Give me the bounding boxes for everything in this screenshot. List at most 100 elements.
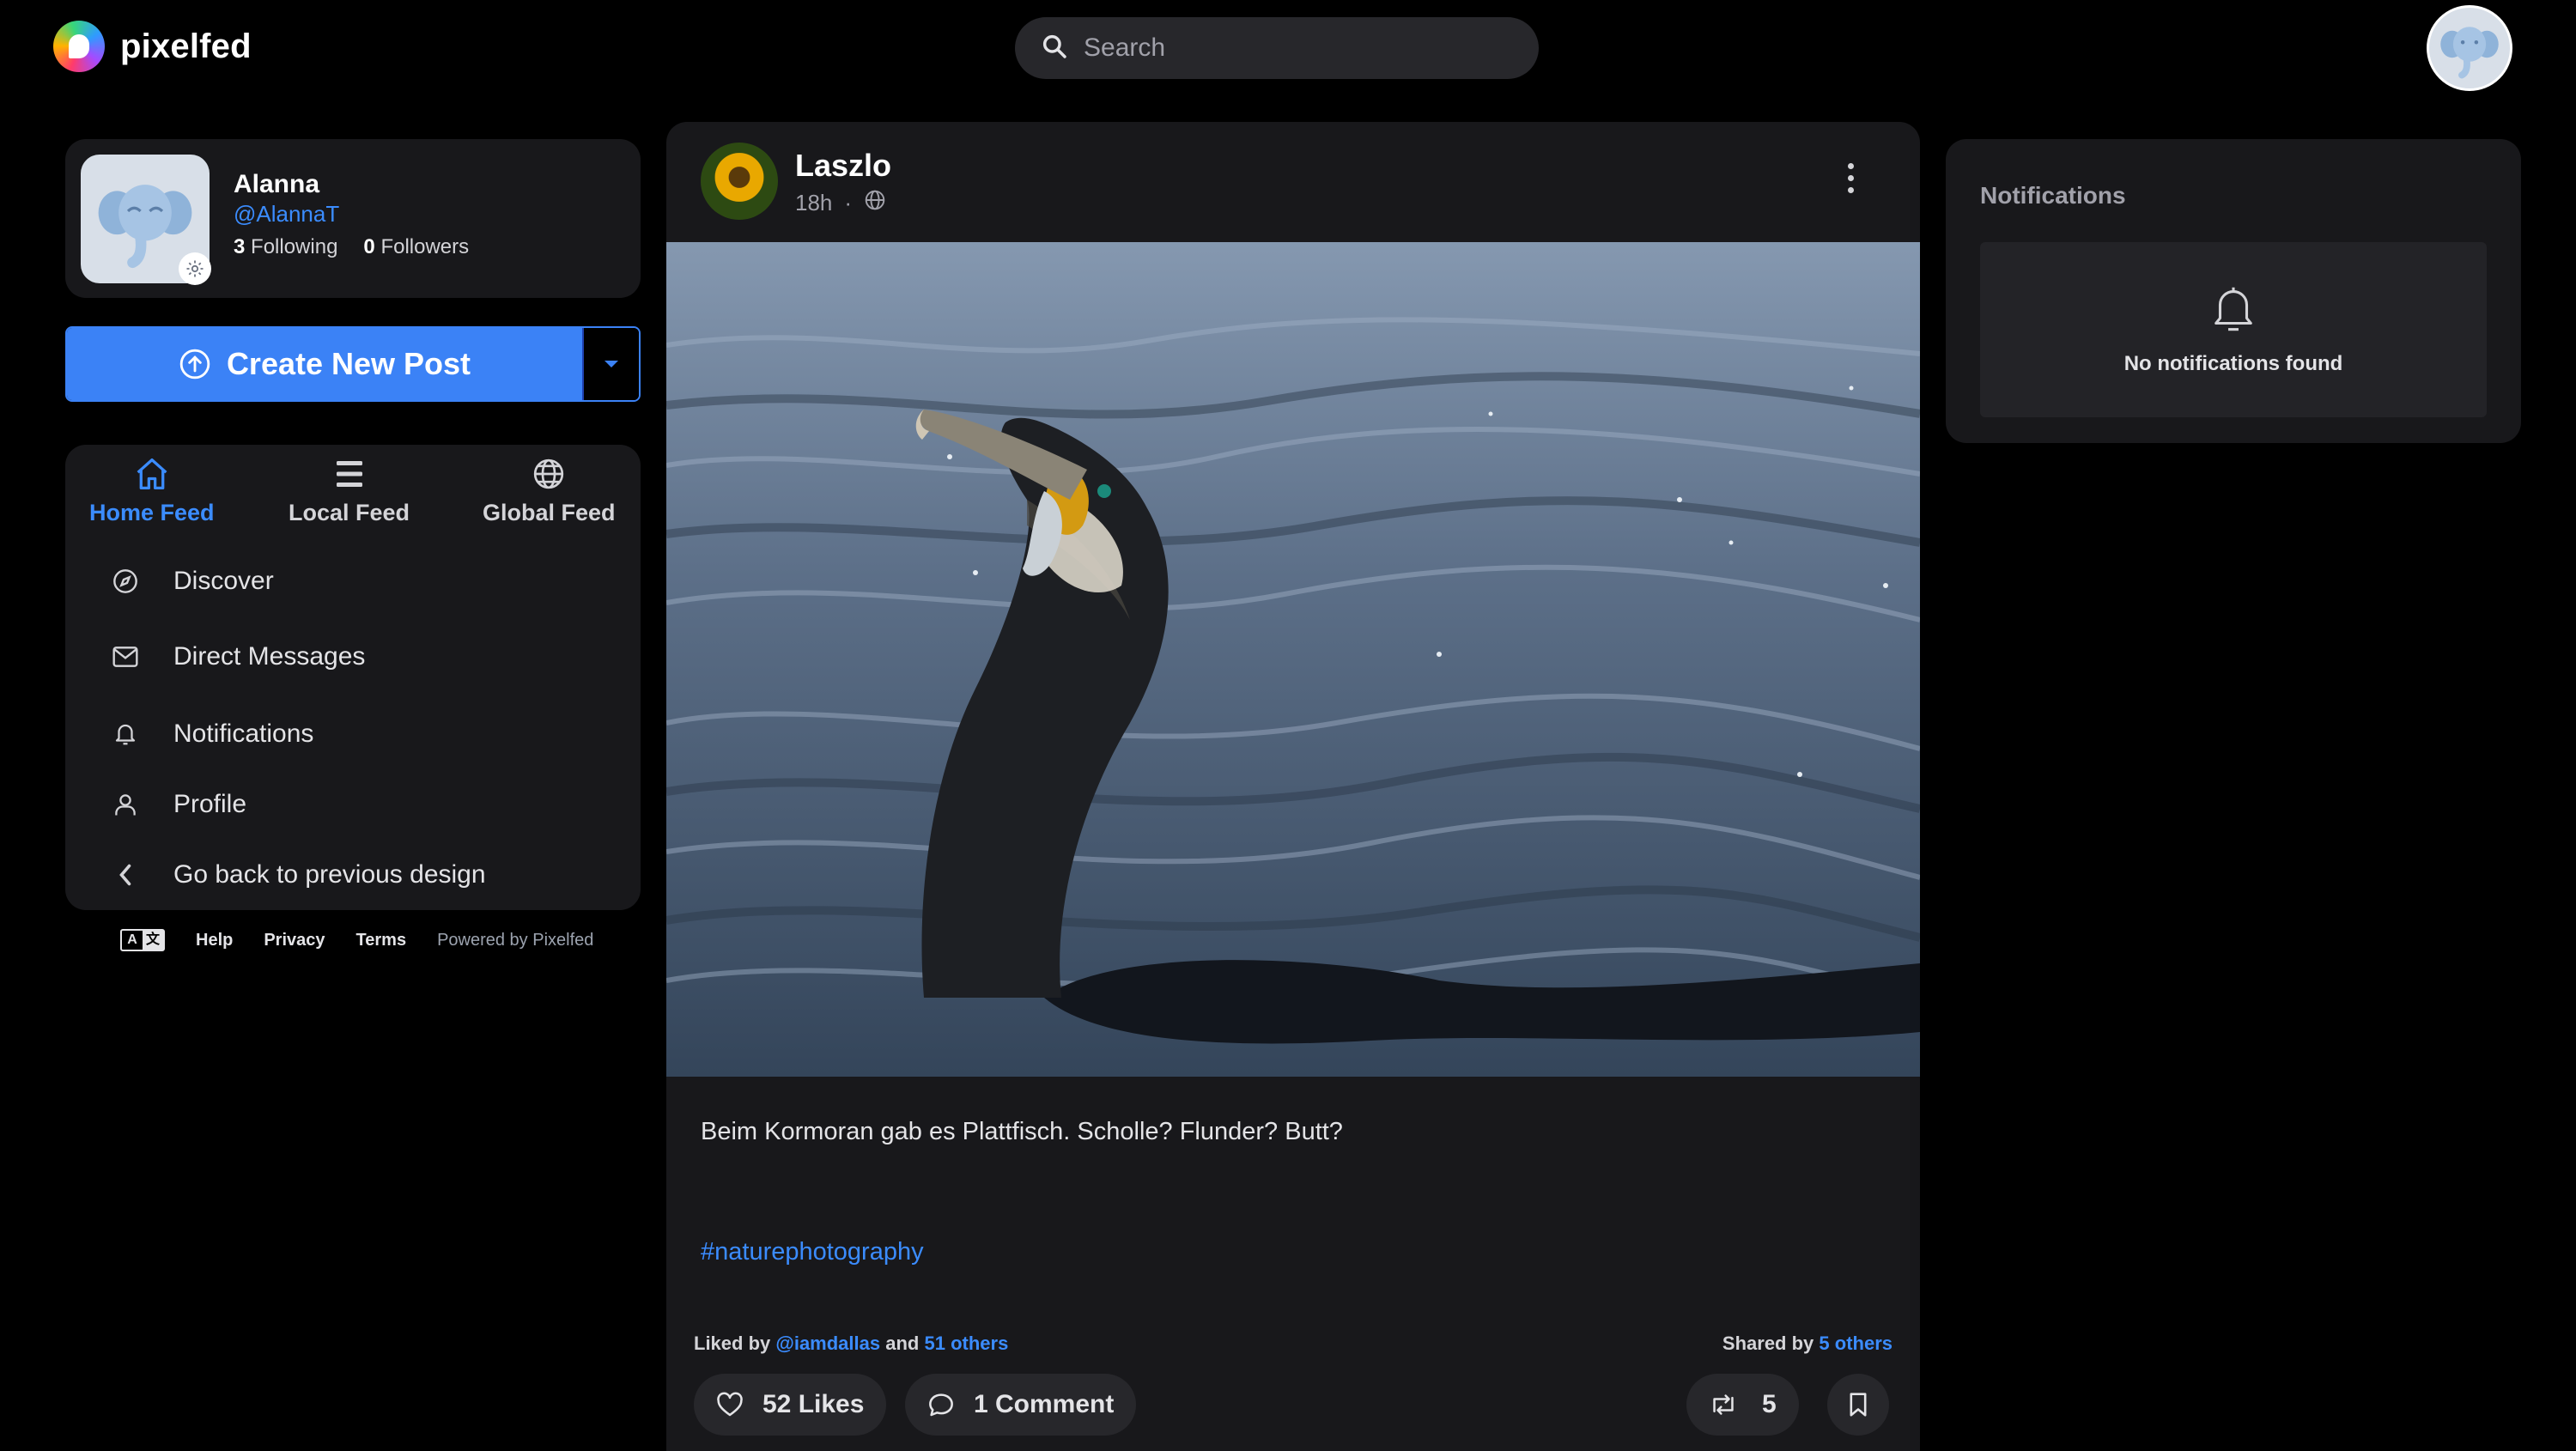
search-icon xyxy=(1041,33,1068,64)
liked-by-prefix: Liked by xyxy=(694,1333,771,1354)
post-hashtag-link[interactable]: #naturephotography xyxy=(701,1238,924,1266)
post-photo[interactable] xyxy=(666,242,1920,1077)
comment-icon xyxy=(929,1393,953,1417)
gear-icon xyxy=(186,260,204,277)
tab-home-feed-label: Home Feed xyxy=(89,500,215,525)
following-stat[interactable]: 3 Following xyxy=(234,235,337,259)
help-link[interactable]: Help xyxy=(196,931,233,950)
profile-name[interactable]: Alanna xyxy=(234,170,319,199)
create-post-group: Create New Post xyxy=(65,326,641,402)
footer-links: A 文 Help Privacy Terms Powered by Pixelf… xyxy=(120,929,593,951)
avatar[interactable] xyxy=(81,155,211,285)
shared-by-line: Shared by 5 others xyxy=(1722,1333,1893,1355)
followers-stat[interactable]: 0 Followers xyxy=(363,235,469,259)
create-new-post-button[interactable]: Create New Post xyxy=(67,328,582,400)
tab-global-feed[interactable]: Global Feed xyxy=(483,457,616,526)
create-new-post-label: Create New Post xyxy=(226,346,471,381)
share-button[interactable]: 5 xyxy=(1686,1374,1799,1436)
home-icon xyxy=(137,458,167,489)
navigation-card: Home Feed Local Feed Global Feed Discove… xyxy=(65,445,641,910)
caret-down-icon xyxy=(605,361,618,367)
following-count: 3 xyxy=(234,235,246,258)
shared-by-others-link[interactable]: 5 others xyxy=(1819,1333,1893,1354)
globe-icon xyxy=(864,189,886,217)
more-dots-icon xyxy=(1848,187,1854,193)
brand[interactable]: pixelfed xyxy=(53,21,252,72)
tab-local-feed[interactable]: Local Feed xyxy=(289,457,410,526)
followers-label: Followers xyxy=(380,235,470,258)
tab-local-feed-label: Local Feed xyxy=(289,500,410,525)
more-dots-icon xyxy=(1848,163,1854,169)
tab-home-feed[interactable]: Home Feed xyxy=(89,457,215,526)
notifications-empty-text: No notifications found xyxy=(2123,352,2343,375)
post-card: Laszlo 18h · Beim Kormoran gab es Plattf… xyxy=(666,122,1920,1451)
post-timestamp[interactable]: 18h xyxy=(795,190,832,216)
like-count-label: 52 Likes xyxy=(762,1390,865,1418)
post-caption: Beim Kormoran gab es Plattfisch. Scholle… xyxy=(701,1118,1343,1145)
language-b: 文 xyxy=(143,931,163,950)
upload-circle-icon xyxy=(179,349,210,379)
privacy-link[interactable]: Privacy xyxy=(264,931,325,950)
nav-item-profile[interactable]: Profile xyxy=(108,790,246,819)
search-input[interactable] xyxy=(1084,33,1496,63)
more-dots-icon xyxy=(1848,175,1854,181)
heart-icon xyxy=(717,1392,743,1417)
repost-icon xyxy=(1713,1394,1734,1415)
like-button[interactable]: 52 Likes xyxy=(694,1374,887,1436)
bell-icon xyxy=(2215,287,2252,331)
profile-card: Alanna @AlannaT 3 Following 0 Followers xyxy=(65,139,641,298)
notifications-card: Notifications No notifications found xyxy=(1946,139,2521,443)
post-author-name[interactable]: Laszlo xyxy=(795,148,891,184)
followers-count: 0 xyxy=(363,235,375,258)
powered-by-link[interactable]: Powered by Pixelfed xyxy=(437,931,593,950)
feed-tabs: Home Feed Local Feed Global Feed xyxy=(65,457,641,551)
list-icon xyxy=(336,461,362,487)
liked-by-user-link[interactable]: @iamdallas xyxy=(775,1333,880,1354)
user-avatar-menu[interactable] xyxy=(2427,5,2512,91)
nav-item-label: Direct Messages xyxy=(173,642,366,671)
tab-global-feed-label: Global Feed xyxy=(483,500,616,525)
compass-icon xyxy=(108,568,143,595)
comment-count-label: 1 Comment xyxy=(974,1390,1115,1418)
meta-separator: · xyxy=(844,190,853,216)
liked-by-line: Liked by @iamdallas and 51 others xyxy=(694,1333,1008,1355)
nav-item-label: Profile xyxy=(173,790,247,818)
globe-icon xyxy=(534,458,564,489)
envelope-icon xyxy=(108,645,143,669)
following-label: Following xyxy=(251,235,338,258)
comment-button[interactable]: 1 Comment xyxy=(905,1374,1137,1436)
post-meta: 18h · xyxy=(795,189,886,217)
post-more-options-button[interactable] xyxy=(1848,163,1854,193)
language-icon[interactable]: A 文 xyxy=(120,929,165,951)
create-post-dropdown-button[interactable] xyxy=(582,328,639,400)
bookmark-icon xyxy=(1850,1393,1867,1417)
brand-name: pixelfed xyxy=(120,27,252,65)
notifications-title: Notifications xyxy=(1980,182,2126,209)
post-author-avatar[interactable] xyxy=(701,143,778,220)
language-a: A xyxy=(127,932,137,947)
profile-stats: 3 Following 0 Followers xyxy=(234,235,469,259)
shared-by-prefix: Shared by xyxy=(1722,1333,1814,1354)
liked-by-and: and xyxy=(885,1333,920,1354)
nav-item-label: Discover xyxy=(173,567,274,595)
chevron-left-icon xyxy=(108,862,143,888)
profile-handle[interactable]: @AlannaT xyxy=(234,201,339,228)
avatar-settings-button[interactable] xyxy=(179,252,211,285)
share-count: 5 xyxy=(1762,1390,1777,1418)
notifications-empty-state: No notifications found xyxy=(1980,242,2487,417)
nav-item-direct-messages[interactable]: Direct Messages xyxy=(108,642,365,671)
liked-by-others-link[interactable]: 51 others xyxy=(924,1333,1008,1354)
nav-item-label: Go back to previous design xyxy=(173,860,486,889)
search-bar[interactable] xyxy=(1015,17,1539,79)
elephant-avatar-icon xyxy=(2440,27,2499,79)
pixelfed-logo-icon xyxy=(53,21,105,72)
bell-icon xyxy=(108,720,143,748)
user-icon xyxy=(108,791,143,818)
terms-link[interactable]: Terms xyxy=(356,931,407,950)
nav-item-notifications[interactable]: Notifications xyxy=(108,719,313,749)
nav-item-previous-design[interactable]: Go back to previous design xyxy=(108,860,486,889)
cormorant-photo xyxy=(666,242,1920,1077)
bookmark-button[interactable] xyxy=(1827,1374,1889,1436)
nav-item-discover[interactable]: Discover xyxy=(108,567,274,596)
nav-item-label: Notifications xyxy=(173,719,314,748)
